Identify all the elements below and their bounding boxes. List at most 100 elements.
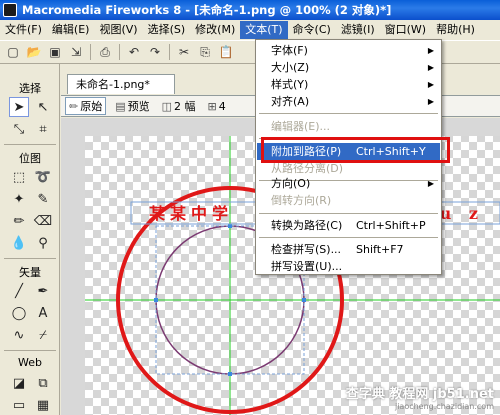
menu-item-check-spelling[interactable]: 检查拼写(S)... Shift+F7	[257, 241, 440, 258]
import-icon[interactable]: ⇲	[67, 43, 85, 61]
crop-tool-icon[interactable]: ⌗	[33, 119, 53, 139]
slice-tool-icon[interactable]: ⧉	[33, 373, 53, 393]
menu-item-style[interactable]: 样式(Y) ▶	[257, 76, 440, 93]
knife-tool-icon[interactable]: ⌿	[33, 325, 53, 345]
four-up-icon: ⊞	[207, 99, 217, 113]
brush-tool-icon[interactable]: ✎	[33, 189, 53, 209]
menu-item-reverse-direction[interactable]: 倒转方向(R)	[257, 192, 440, 209]
menu-item-font-label: 字体(F)	[271, 44, 308, 57]
menu-commands[interactable]: 命令(C)	[288, 21, 336, 39]
path-point-top[interactable]	[228, 224, 232, 228]
menu-item-direction[interactable]: 方向(O) ▶	[257, 175, 440, 192]
copy-icon[interactable]: ⎘	[196, 43, 214, 61]
submenu-arrow-icon: ▶	[427, 80, 434, 89]
menu-view[interactable]: 视图(V)	[94, 21, 142, 39]
menu-item-convert-shortcut: Ctrl+Shift+P	[356, 219, 426, 232]
app-icon	[3, 3, 17, 17]
menu-item-spelling-setup[interactable]: 拼写设置(U)...	[257, 258, 440, 275]
menu-item-font[interactable]: 字体(F) ▶	[257, 42, 440, 59]
tab-original[interactable]: ✏ 原始	[65, 97, 107, 115]
pencil-tool-icon[interactable]: ✏	[9, 211, 29, 231]
document-tab[interactable]: 未命名-1.png*	[67, 74, 175, 94]
ellipse-tool-icon[interactable]: ◯	[9, 303, 29, 323]
tools-panel: 选择 ➤ ↖ ⤡ ⌗ 位图 ⬚ ➰ ✦ ✎ ✏ ⌫ 💧 ⚲ 矢量 ╱ ✒ ◯ A…	[0, 64, 60, 415]
toolbar-separator	[90, 44, 91, 60]
menu-item-convert-label: 转换为路径(C)	[271, 219, 343, 232]
tools-separator	[4, 144, 56, 145]
open-folder-icon[interactable]: 📂	[25, 43, 43, 61]
tab-2-up[interactable]: ◫ 2 幅	[159, 97, 199, 115]
two-up-icon: ◫	[161, 99, 173, 113]
menu-edit[interactable]: 编辑(E)	[47, 21, 95, 39]
submenu-arrow-icon: ▶	[427, 97, 434, 106]
menu-separator	[259, 113, 438, 114]
canvas-text-school[interactable]: 某某中学	[148, 204, 233, 223]
tools-separator	[4, 350, 56, 351]
tab-2-up-label: 2 幅	[174, 100, 196, 113]
eraser-tool-icon[interactable]: ⌫	[33, 211, 53, 231]
cut-icon[interactable]: ✂	[175, 43, 193, 61]
lasso-tool-icon[interactable]: ➰	[33, 167, 53, 187]
freeform-tool-icon[interactable]: ∿	[9, 325, 29, 345]
tab-preview[interactable]: ▤ 预览	[112, 97, 152, 115]
tab-original-label: 原始	[80, 100, 103, 113]
menu-item-convert-to-paths[interactable]: 转换为路径(C) Ctrl+Shift+P	[257, 217, 440, 234]
submenu-arrow-icon: ▶	[427, 179, 434, 188]
marquee-tool-icon[interactable]: ⬚	[9, 167, 29, 187]
menu-item-align-label: 对齐(A)	[271, 95, 310, 108]
hide-slices-icon[interactable]: ▭	[9, 395, 29, 415]
submenu-arrow-icon: ▶	[427, 46, 434, 55]
save-icon[interactable]: ▣	[46, 43, 64, 61]
toolbar-separator	[119, 44, 120, 60]
pencil-icon: ✏	[69, 99, 79, 113]
line-tool-icon[interactable]: ╱	[9, 281, 29, 301]
show-slices-icon[interactable]: ▦	[33, 395, 53, 415]
menu-item-size-label: 大小(Z)	[271, 61, 310, 74]
toolbar-separator	[169, 44, 170, 60]
subselect-tool-icon[interactable]: ↖	[33, 97, 53, 117]
menu-item-spelling-label: 检查拼写(S)...	[271, 243, 342, 256]
menu-separator	[259, 213, 438, 214]
blur-tool-icon[interactable]: 💧	[9, 233, 29, 253]
tab-preview-label: 预览	[127, 100, 150, 113]
path-point-bottom[interactable]	[228, 372, 232, 376]
path-point-right[interactable]	[302, 298, 306, 302]
tab-4-up-label: 4	[218, 99, 226, 113]
menu-text[interactable]: 文本(T)	[240, 21, 288, 39]
submenu-arrow-icon: ▶	[427, 63, 434, 72]
watermark-line-1: 查字典 教程网 jb51.net	[345, 387, 494, 402]
pen-tool-icon[interactable]: ✒	[33, 281, 53, 301]
menu-file[interactable]: 文件(F)	[0, 21, 47, 39]
menu-item-size[interactable]: 大小(Z) ▶	[257, 59, 440, 76]
highlight-callout-box	[261, 137, 450, 163]
watermark-line-2: jiaocheng.chazidian.com	[394, 402, 494, 411]
menu-filters[interactable]: 滤镜(I)	[336, 21, 380, 39]
path-point-left[interactable]	[154, 298, 158, 302]
scale-tool-icon[interactable]: ⤡	[9, 119, 29, 139]
preview-icon: ▤	[115, 99, 126, 113]
print-icon[interactable]: ⎙	[96, 43, 114, 61]
menu-item-editor[interactable]: 编辑器(E)...	[257, 118, 440, 135]
menu-bar: 文件(F) 编辑(E) 视图(V) 选择(S) 修改(M) 文本(T) 命令(C…	[0, 20, 500, 40]
menu-select[interactable]: 选择(S)	[143, 21, 191, 39]
menu-item-spelling-shortcut: Shift+F7	[356, 243, 404, 256]
watermark: 查字典 教程网 jb51.net jiaocheng.chazidian.com	[346, 383, 494, 411]
menu-item-direction-label: 方向(O)	[271, 177, 311, 190]
new-file-icon[interactable]: ▢	[4, 43, 22, 61]
menu-help[interactable]: 帮助(H)	[431, 21, 480, 39]
tools-vector-label: 矢量	[19, 266, 41, 279]
rubber-stamp-tool-icon[interactable]: ⚲	[33, 233, 53, 253]
tools-select-label: 选择	[19, 82, 41, 95]
menu-window[interactable]: 窗口(W)	[380, 21, 431, 39]
magic-wand-tool-icon[interactable]: ✦	[9, 189, 29, 209]
paste-icon[interactable]: 📋	[217, 43, 235, 61]
redo-icon[interactable]: ↷	[146, 43, 164, 61]
undo-icon[interactable]: ↶	[125, 43, 143, 61]
text-tool-icon[interactable]: A	[33, 303, 53, 323]
hotspot-tool-icon[interactable]: ◪	[9, 373, 29, 393]
menu-modify[interactable]: 修改(M)	[190, 21, 240, 39]
title-bar: Macromedia Fireworks 8 - [未命名-1.png @ 10…	[0, 0, 500, 20]
pointer-tool-icon[interactable]: ➤	[9, 97, 29, 117]
tab-4-up[interactable]: ⊞ 4	[205, 97, 229, 115]
menu-item-align[interactable]: 对齐(A) ▶	[257, 93, 440, 110]
